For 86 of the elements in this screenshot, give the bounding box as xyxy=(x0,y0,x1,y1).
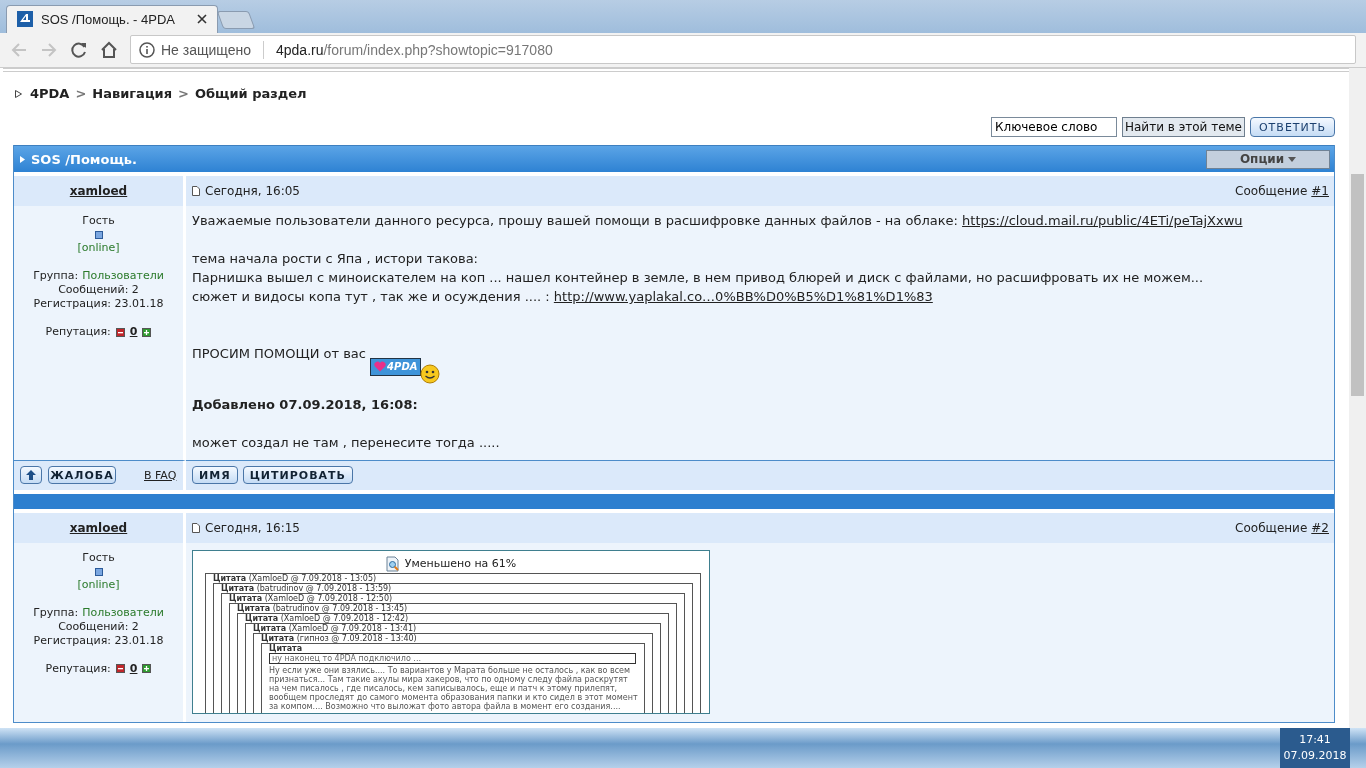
breadcrumb-separator: > xyxy=(178,86,189,101)
triangle-icon xyxy=(15,89,22,98)
post-link[interactable]: https://cloud.mail.ru/public/4ETi/peTajXxwu xyxy=(962,213,1243,228)
scrollbar[interactable] xyxy=(1349,68,1366,728)
reputation-label: Репутация: xyxy=(45,661,111,676)
post-number-link[interactable]: #1 xyxy=(1311,184,1329,198)
post-number-link[interactable]: #2 xyxy=(1311,520,1329,535)
info-icon[interactable] xyxy=(139,41,155,58)
scrollbar-thumb[interactable] xyxy=(1351,174,1364,396)
quote-header: Цитата (batrudinov @ 7.09.2018 - 13:59) xyxy=(221,583,393,593)
post-text: Уважаемые пользователи данного ресурса, прошу вашей помощи в расшифровке данных файлов - на облаке: xyxy=(192,213,959,228)
breadcrumb-separator: > xyxy=(75,86,87,101)
triangle-icon xyxy=(20,155,25,163)
faq-link[interactable]: В FAQ xyxy=(144,468,177,482)
user-group: Пользователи xyxy=(82,605,164,619)
action-button[interactable]: ЖАЛОБА xyxy=(48,466,116,484)
post-text: ПРОСИМ ПОМОЩИ от вас xyxy=(192,346,367,361)
home-icon[interactable] xyxy=(100,40,118,59)
group-label: Группа: xyxy=(33,269,79,282)
post-text: Парнишка вышел с миноискателем на коп ... нашел контейнер в земле, в нем привод блюрей и диск с файлами, но расшифровать их не можем... xyxy=(192,270,1204,285)
document-icon xyxy=(192,522,200,533)
quote-header: Цитата (XamloeD @ 7.09.2018 - 13:05) xyxy=(213,573,378,583)
status-icon xyxy=(94,231,103,239)
author-link[interactable]: xamloed xyxy=(69,520,128,535)
group-label: Группа: xyxy=(33,605,79,619)
options-button[interactable]: Опции xyxy=(1206,149,1330,169)
breadcrumb-link[interactable]: Общий раздел xyxy=(194,86,307,101)
search-field[interactable]: Ключевое слово xyxy=(991,117,1117,137)
registration-date: Регистрация: 23.01.18 xyxy=(33,633,164,648)
post-date: Сегодня, 16:05 xyxy=(205,184,300,198)
reload-icon[interactable] xyxy=(70,40,88,59)
new-tab-button[interactable] xyxy=(216,10,256,29)
message-label: Сообщение xyxy=(1235,520,1308,535)
quote-text: ну наконец то 4PDA подключило ... xyxy=(269,652,636,664)
caret-icon xyxy=(1288,156,1297,162)
up-arrow-icon xyxy=(25,469,37,481)
scroll-top-button[interactable] xyxy=(20,466,42,484)
reply-text: Ну если уже они взялись.... То вариантов у Марата больше не осталось , как во всем признаться... Там такие акулы мира хакеров, что по одному следу файла раскрутят на чем писалось , где писалось, кем записывалось, еще и патч к этому прилепят, вообщем проследят до самого момента образования папки и кто сидел в этот момент за компом.... Возможно что выложат фото автора файла в момент его создания.... xyxy=(269,665,639,713)
action-button[interactable]: ИМЯ xyxy=(192,466,238,484)
address-bar[interactable]: Не защищено 4pda.ru/forum/index.php?showtopic=917080 xyxy=(130,35,1356,65)
magnifier-icon xyxy=(385,555,400,572)
clock[interactable]: 17:41 07.09.2018 xyxy=(1280,728,1350,768)
sign-label: 4PDA xyxy=(370,357,422,376)
post-date: Сегодня, 16:15 xyxy=(205,520,300,535)
post-text: сюжет и видосы копа тут , так же и осуждения .... : xyxy=(192,289,551,304)
quote-header: Цитата (XamloeD @ 7.09.2018 - 12:50) xyxy=(229,593,394,603)
user-rank: Гость xyxy=(82,214,115,228)
quote-header: Цитата (гипноз @ 7.09.2018 - 13:40) xyxy=(261,633,418,643)
heart-icon xyxy=(374,361,387,372)
reputation-link[interactable]: 0 xyxy=(129,325,138,339)
close-icon[interactable] xyxy=(197,14,207,24)
status-icon xyxy=(94,567,103,576)
online-status: [online] xyxy=(77,577,120,592)
reputation-label: Репутация: xyxy=(45,325,111,339)
post-link[interactable]: http://www.yaplakal.co…0%BB%D0%B5%D1%81%D1%83 xyxy=(553,289,933,304)
site-logo-icon xyxy=(17,11,33,27)
author-link[interactable]: xamloed xyxy=(69,184,128,198)
user-rank: Гость xyxy=(82,550,115,565)
post-count: Сообщений: 2 xyxy=(58,619,139,634)
post-count: Сообщений: 2 xyxy=(58,283,139,297)
minus-icon[interactable] xyxy=(115,327,125,337)
plus-icon[interactable] xyxy=(142,327,152,337)
user-group: Пользователи xyxy=(82,269,164,282)
breadcrumb-link[interactable]: 4PDA xyxy=(30,86,70,101)
reply-button[interactable]: ОТВЕТИТЬ xyxy=(1250,117,1335,137)
minus-icon[interactable] xyxy=(115,664,125,673)
registration-date: Регистрация: 23.01.18 xyxy=(33,297,164,311)
quote-header: Цитата xyxy=(269,643,304,653)
quote-header: Цитата (XamloeD @ 7.09.2018 - 13:41) xyxy=(253,623,418,633)
post-text: Добавлено 07.09.2018, 16:08: xyxy=(192,396,418,412)
quote-header: Цитата (batrudinov @ 7.09.2018 - 13:45) xyxy=(237,603,409,613)
document-icon xyxy=(192,186,200,196)
message-label: Сообщение xyxy=(1235,184,1308,198)
post-text: тема начала рости с Япа , истори такова: xyxy=(192,251,478,266)
action-button[interactable]: ЦИТИРОВАТЬ xyxy=(242,466,353,484)
search-button[interactable]: Найти в этой теме xyxy=(1122,117,1245,137)
smiley-icon xyxy=(419,363,442,384)
post-text: может создал не там , перенесите тогда ..... xyxy=(192,434,500,450)
quote-header: Цитата (XamloeD @ 7.09.2018 - 12:42) xyxy=(245,613,410,623)
topic-title: SOS /Помощь. xyxy=(31,151,137,167)
image-caption: Уменьшено на 61% xyxy=(404,556,517,571)
plus-icon[interactable] xyxy=(142,664,152,673)
breadcrumb-link[interactable]: Навигация xyxy=(92,86,172,101)
reputation-link[interactable]: 0 xyxy=(129,661,138,676)
online-status: [online] xyxy=(77,241,120,255)
browser-tab[interactable]: SOS /Помощь. - 4PDA xyxy=(6,4,218,33)
